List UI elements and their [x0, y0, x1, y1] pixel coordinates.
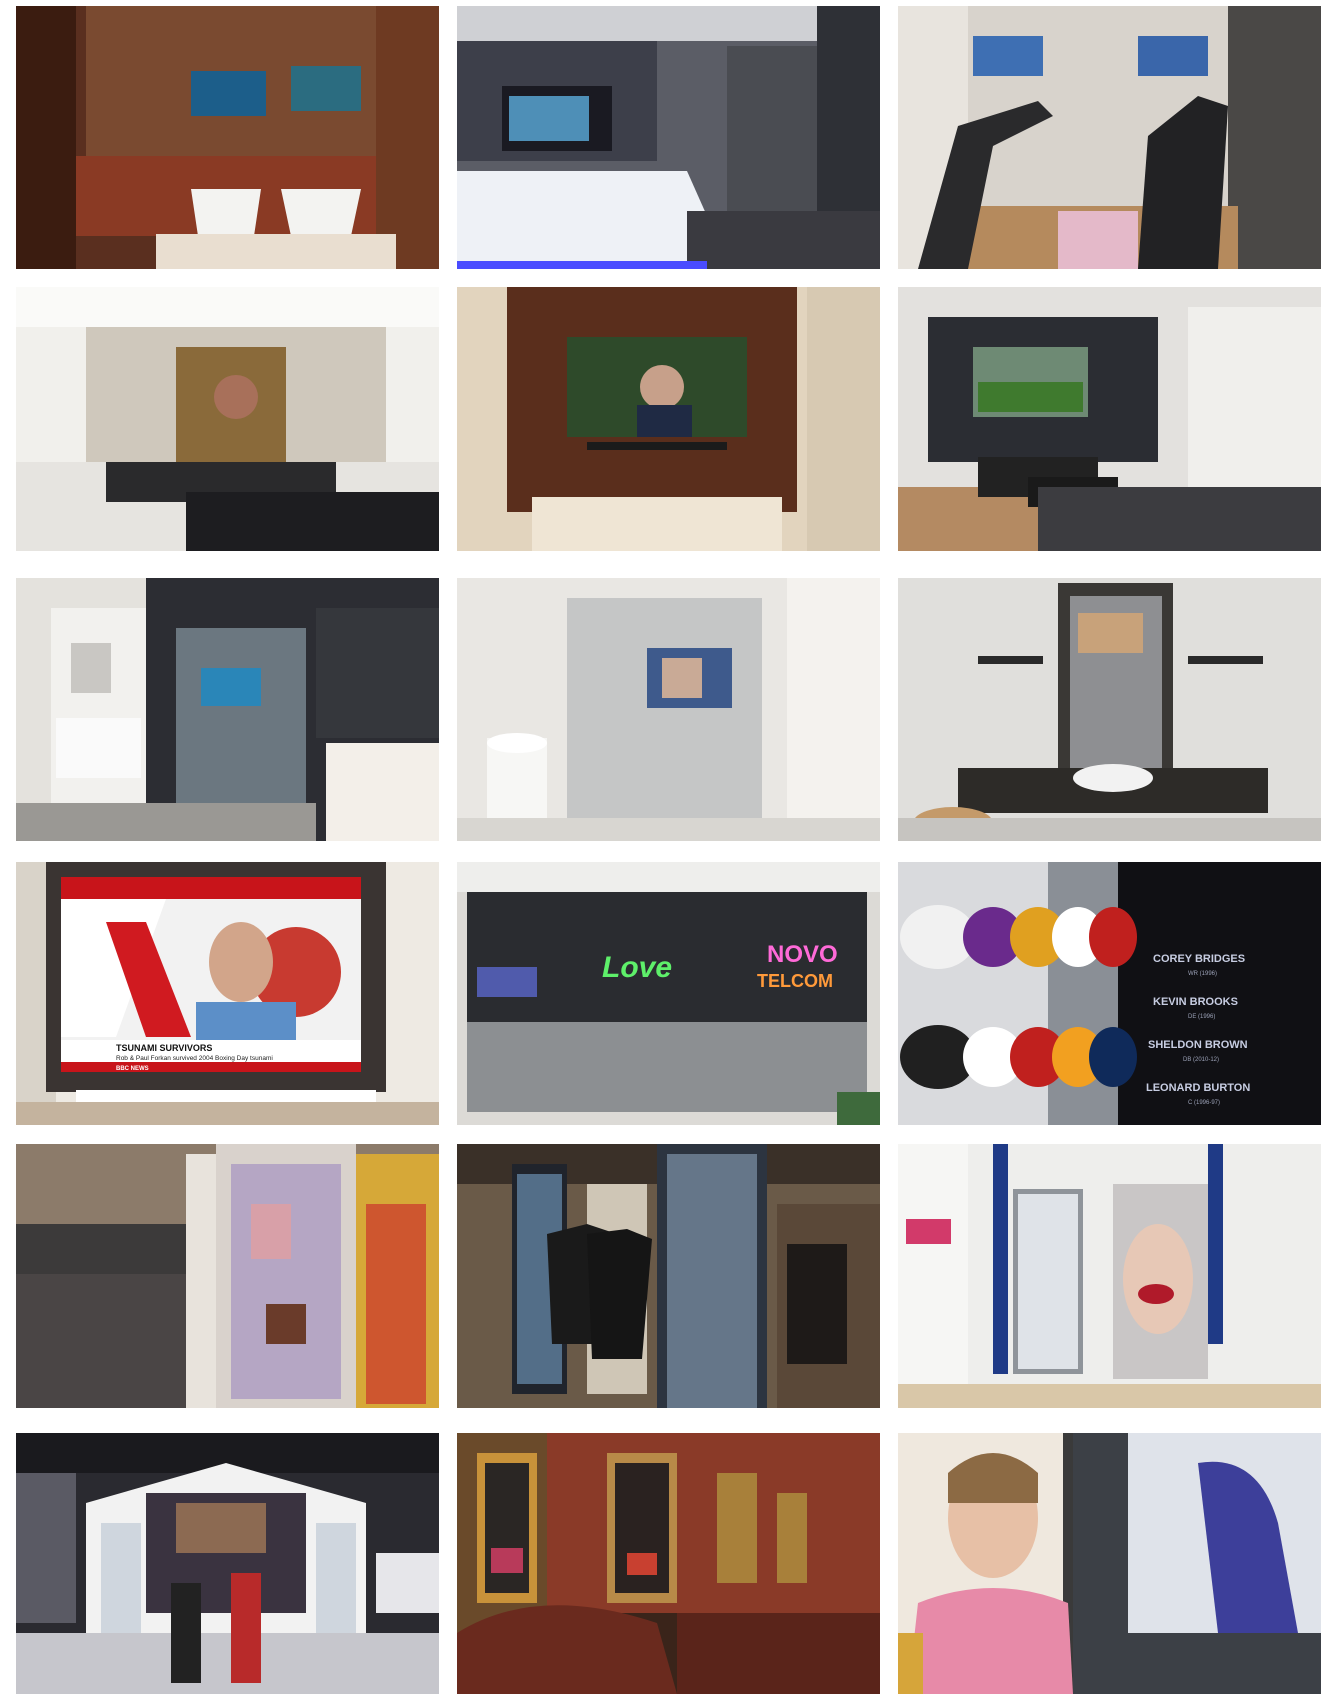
- player-name-3: SHELDON BROWN: [1148, 1039, 1248, 1051]
- photo-football-helmets-display[interactable]: COREY BRIDGES WR (1996) KEVIN BROOKS DE …: [898, 862, 1321, 1125]
- photo-bathroom-mirror-tv[interactable]: [16, 6, 439, 269]
- photo-fitting-room-display[interactable]: [898, 1144, 1321, 1408]
- news-headline: TSUNAMI SURVIVORS: [116, 1043, 212, 1053]
- player-name-2: KEVIN BROOKS: [1153, 996, 1238, 1008]
- photo-restaurant-mirror-tvs[interactable]: [457, 1433, 880, 1694]
- kitchen-mirror-tv-image: [16, 287, 439, 551]
- player-detail-3: DB (2010-12): [1183, 1057, 1219, 1063]
- player-name-1: COREY BRIDGES: [1153, 953, 1245, 965]
- photo-showroom-shower[interactable]: [16, 578, 439, 841]
- photo-grid: TSUNAMI SURVIVORS Rob & Paul Forkan surv…: [16, 6, 1322, 1694]
- shower-enclosure-tv-image: [457, 578, 880, 841]
- player-detail-2: DE (1996): [1188, 1014, 1215, 1020]
- neon-novo-sign: NOVO: [767, 941, 838, 968]
- photo-news-broadcast-display[interactable]: TSUNAMI SURVIVORS Rob & Paul Forkan surv…: [16, 862, 439, 1125]
- photo-salon-mirror-tv[interactable]: [898, 578, 1321, 841]
- salon-mirror-tv-image: [898, 578, 1321, 841]
- fitting-room-image: [898, 1144, 1321, 1408]
- photo-retail-mirror-wall[interactable]: Love NOVO TELCOM: [457, 862, 880, 1125]
- photo-home-gym[interactable]: [898, 6, 1321, 269]
- photo-woman-touch-display[interactable]: [898, 1433, 1321, 1694]
- fashion-store-image: [457, 1144, 880, 1408]
- photo-showroom-living-room[interactable]: [898, 287, 1321, 551]
- news-channel-label: BBC NEWS: [116, 1066, 149, 1072]
- photo-kitchen-mirror-tv[interactable]: [16, 287, 439, 551]
- showroom-shower-image: [16, 578, 439, 841]
- neon-telcom-sign: TELCOM: [757, 971, 833, 991]
- news-subheadline: Rob & Paul Forkan survived 2004 Boxing D…: [116, 1055, 273, 1062]
- photo-bathroom-tv-bathtub[interactable]: [457, 6, 880, 269]
- news-broadcast-image: TSUNAMI SURVIVORS Rob & Paul Forkan surv…: [16, 862, 439, 1125]
- walnut-panel-tv-image: [457, 287, 880, 551]
- photo-walnut-panel-tv[interactable]: [457, 287, 880, 551]
- football-helmets-image: COREY BRIDGES WR (1996) KEVIN BROOKS DE …: [898, 862, 1321, 1125]
- photo-duty-free-column[interactable]: [16, 1144, 439, 1408]
- motor-show-kiosk-image: [16, 1433, 439, 1694]
- duty-free-column-image: [16, 1144, 439, 1408]
- player-detail-4: C (1996-97): [1188, 1100, 1220, 1106]
- photo-fashion-store-mirrors[interactable]: [457, 1144, 880, 1408]
- home-gym-image: [898, 6, 1321, 269]
- woman-touch-display-image: [898, 1433, 1321, 1694]
- photo-shower-enclosure-tv[interactable]: [457, 578, 880, 841]
- restaurant-mirror-tvs-image: [457, 1433, 880, 1694]
- bathtub-tv-image: [457, 6, 880, 269]
- retail-mirror-wall-image: Love NOVO TELCOM: [457, 862, 880, 1125]
- neon-love-sign: Love: [602, 951, 672, 984]
- player-detail-1: WR (1996): [1188, 971, 1217, 977]
- photo-motor-show-kiosk[interactable]: [16, 1433, 439, 1694]
- showroom-living-room-image: [898, 287, 1321, 551]
- player-name-4: LEONARD BURTON: [1146, 1082, 1250, 1094]
- bathroom-mirror-tv-image: [16, 6, 439, 269]
